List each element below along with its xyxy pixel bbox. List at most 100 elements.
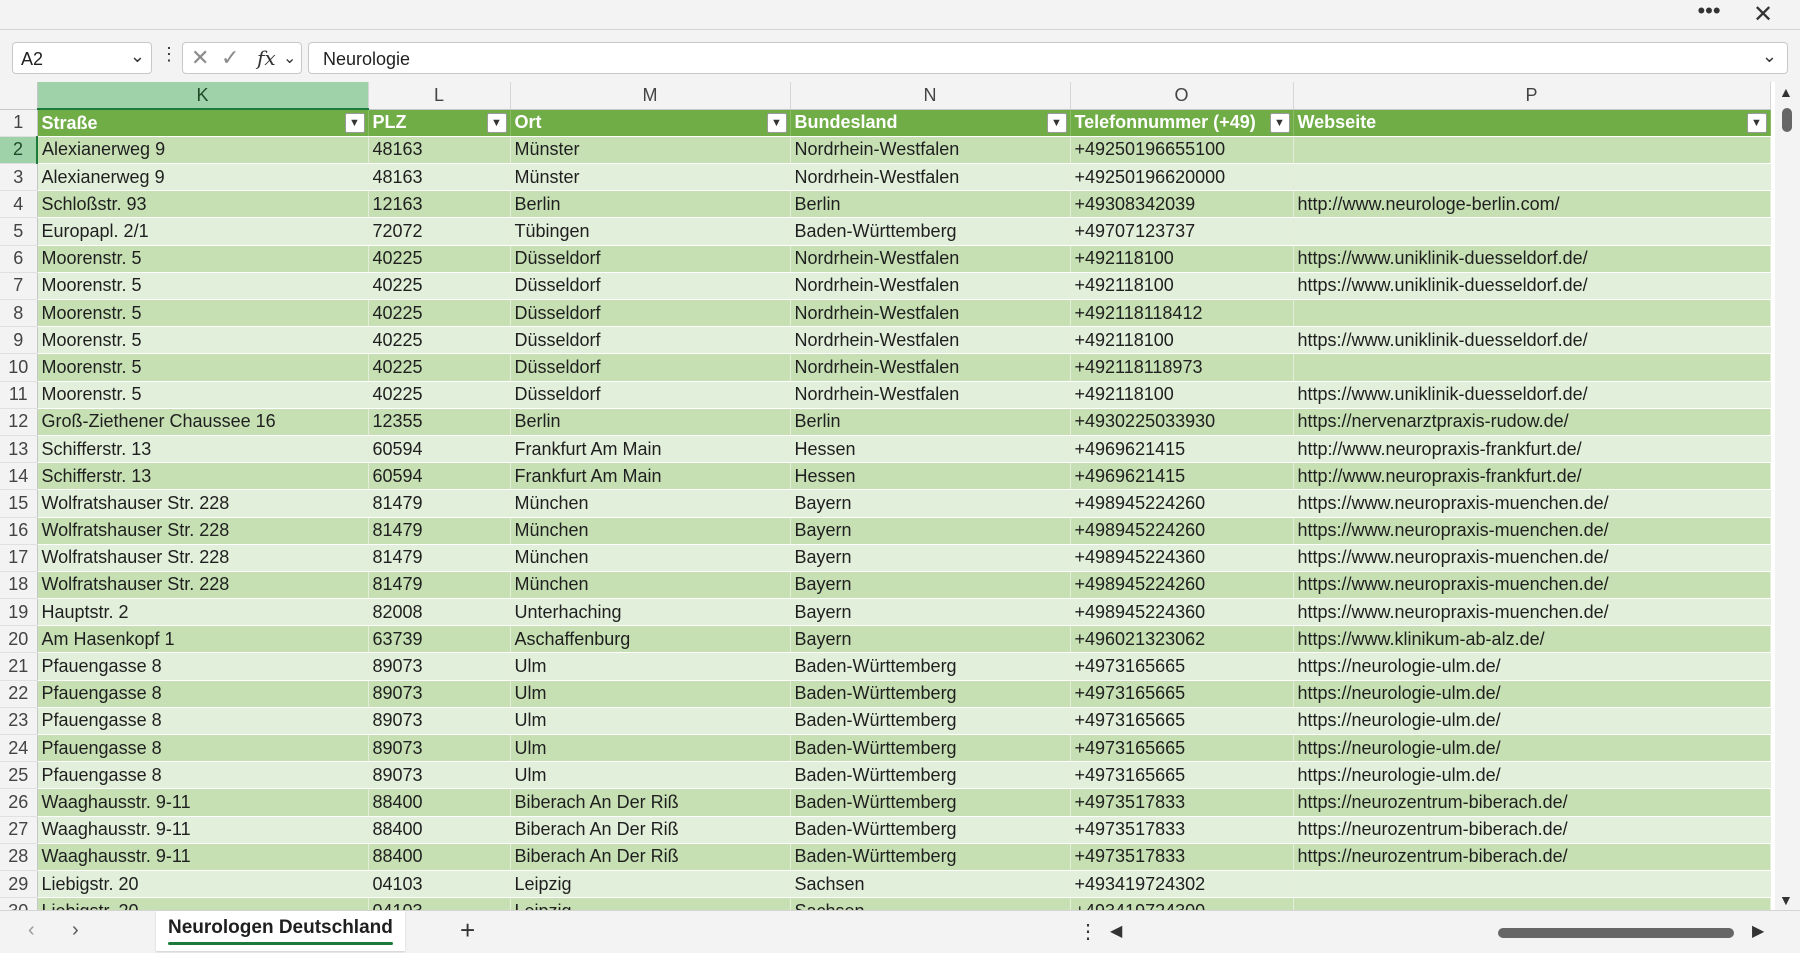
table-cell[interactable]: 40225 (368, 381, 511, 409)
table-cell[interactable]: 40225 (368, 272, 511, 301)
table-cell[interactable]: Baden-Württemberg (790, 217, 1071, 246)
table-cell[interactable]: Düsseldorf (510, 272, 791, 301)
expand-formula-icon[interactable]: ⌄ (1762, 46, 1777, 67)
table-cell[interactable]: München (510, 517, 791, 545)
table-cell[interactable]: https://www.uniklinik-duesseldorf.de/ (1293, 272, 1771, 301)
cancel-icon[interactable]: ✕ (191, 45, 209, 71)
table-cell[interactable]: Baden-Württemberg (790, 707, 1071, 736)
table-cell[interactable]: 89073 (368, 680, 511, 708)
row-header[interactable]: 21 (0, 652, 38, 681)
table-cell[interactable]: Groß-Ziethener Chaussee 16 (37, 408, 369, 436)
row-header[interactable]: 3 (0, 163, 38, 192)
table-cell[interactable]: +492118100 (1070, 381, 1294, 409)
row-header[interactable]: 5 (0, 217, 38, 246)
table-cell[interactable]: Wolfratshauser Str. 228 (37, 489, 369, 518)
insert-function-icon[interactable]: fx (257, 46, 276, 70)
row-header[interactable]: 2 (0, 136, 38, 165)
table-cell[interactable]: +492118100 (1070, 245, 1294, 273)
table-cell[interactable]: Baden-Württemberg (790, 816, 1071, 844)
table-cell[interactable]: Berlin (790, 408, 1071, 436)
table-cell[interactable]: +49250196620000 (1070, 163, 1294, 192)
check-icon[interactable]: ✓ (221, 45, 239, 71)
table-cell[interactable]: 48163 (368, 163, 511, 192)
row-header[interactable]: 27 (0, 816, 38, 844)
table-cell[interactable]: Moorenstr. 5 (37, 381, 369, 409)
table-cell[interactable]: https://neurozentrum-biberach.de/ (1293, 788, 1771, 817)
table-cell[interactable]: +492118100 (1070, 326, 1294, 355)
table-cell[interactable]: +498945224260 (1070, 489, 1294, 518)
table-cell[interactable]: https://www.uniklinik-duesseldorf.de/ (1293, 326, 1771, 355)
table-cell[interactable]: Berlin (510, 190, 791, 219)
table-cell[interactable]: https://neurologie-ulm.de/ (1293, 680, 1771, 708)
spreadsheet-grid[interactable]: KLMNOP 1 Straße ▼ PLZ ▼ Ort ▼ Bundesland ▼ Telefo… (0, 82, 1775, 910)
table-cell[interactable]: Biberach An Der Riß (510, 816, 791, 844)
table-cell[interactable]: Pfauengasse 8 (37, 680, 369, 708)
table-cell[interactable]: Biberach An Der Riß (510, 843, 791, 871)
table-cell[interactable]: https://neurozentrum-biberach.de/ (1293, 816, 1771, 844)
table-cell[interactable]: 40225 (368, 245, 511, 273)
vertical-scroll-thumb[interactable] (1782, 108, 1792, 132)
table-cell[interactable]: Baden-Württemberg (790, 652, 1071, 681)
chevron-left-icon[interactable]: ‹ (28, 919, 35, 942)
row-header[interactable]: 15 (0, 489, 38, 518)
table-cell[interactable]: 60594 (368, 462, 511, 491)
row-header[interactable]: 16 (0, 517, 38, 545)
table-cell[interactable]: +4973517833 (1070, 816, 1294, 844)
table-cell[interactable]: +496021323062 (1070, 625, 1294, 654)
table-cell[interactable]: Münster (510, 163, 791, 192)
table-cell[interactable]: Nordrhein-Westfalen (790, 136, 1071, 165)
name-box[interactable]: A2 ⌄ (12, 42, 152, 74)
table-cell[interactable]: Nordrhein-Westfalen (790, 353, 1071, 382)
table-cell[interactable]: 72072 (368, 217, 511, 246)
row-header[interactable]: 6 (0, 245, 38, 273)
table-cell[interactable]: München (510, 544, 791, 572)
table-cell[interactable]: Pfauengasse 8 (37, 652, 369, 681)
row-header[interactable]: 1 (0, 109, 38, 137)
table-cell[interactable]: Moorenstr. 5 (37, 326, 369, 355)
chevron-down-icon[interactable]: ⌄ (130, 46, 145, 67)
table-cell[interactable]: Bayern (790, 517, 1071, 545)
table-cell[interactable]: 12163 (368, 190, 511, 219)
table-cell[interactable]: +4973165665 (1070, 761, 1294, 790)
table-cell[interactable]: http://www.neuropraxis-frankfurt.de/ (1293, 435, 1771, 464)
table-cell[interactable]: 04103 (368, 870, 511, 899)
table-cell[interactable] (1293, 299, 1771, 328)
filter-dropdown-icon[interactable]: ▼ (1046, 112, 1067, 133)
row-header[interactable]: 8 (0, 299, 38, 328)
table-cell[interactable]: Ulm (510, 652, 791, 681)
table-cell[interactable]: Baden-Württemberg (790, 734, 1071, 763)
sheet-tab-active[interactable]: Neurologen Deutschland (156, 911, 405, 951)
table-cell[interactable]: Nordrhein-Westfalen (790, 245, 1071, 273)
table-cell[interactable]: Hessen (790, 435, 1071, 464)
column-header-o[interactable]: O (1070, 82, 1294, 110)
table-cell[interactable]: Waaghausstr. 9-11 (37, 816, 369, 844)
table-cell[interactable]: +4973165665 (1070, 680, 1294, 708)
table-cell[interactable]: +498945224360 (1070, 544, 1294, 572)
table-cell[interactable]: Düsseldorf (510, 381, 791, 409)
table-cell[interactable]: 88400 (368, 816, 511, 844)
table-cell[interactable]: 12355 (368, 408, 511, 436)
scroll-right-icon[interactable]: ▶ (1752, 921, 1764, 941)
vertical-scrollbar[interactable]: ▲ ▼ (1775, 82, 1800, 910)
table-cell[interactable]: Wolfratshauser Str. 228 (37, 517, 369, 545)
row-header[interactable]: 30 (0, 897, 38, 910)
table-cell[interactable]: http://www.neurologe-berlin.com/ (1293, 190, 1771, 219)
table-cell[interactable]: Bayern (790, 598, 1071, 627)
table-cell[interactable]: Europapl. 2/1 (37, 217, 369, 246)
table-cell[interactable]: Leipzig (510, 870, 791, 899)
table-cell[interactable]: +4930225033930 (1070, 408, 1294, 436)
column-header-l[interactable]: L (368, 82, 511, 110)
row-header[interactable]: 4 (0, 190, 38, 219)
row-header[interactable]: 26 (0, 788, 38, 817)
table-cell[interactable]: Pfauengasse 8 (37, 734, 369, 763)
table-cell[interactable]: Hauptstr. 2 (37, 598, 369, 627)
table-cell[interactable]: Leipzig (510, 897, 791, 910)
table-cell[interactable]: 89073 (368, 707, 511, 736)
table-cell[interactable]: Sachsen (790, 870, 1071, 899)
table-cell[interactable]: https://www.neuropraxis-muenchen.de/ (1293, 489, 1771, 518)
row-header[interactable]: 13 (0, 435, 38, 464)
more-options-button[interactable]: ••• (1692, 0, 1726, 28)
table-cell[interactable]: +4969621415 (1070, 435, 1294, 464)
table-cell[interactable]: http://www.neuropraxis-frankfurt.de/ (1293, 462, 1771, 491)
table-cell[interactable]: Düsseldorf (510, 245, 791, 273)
